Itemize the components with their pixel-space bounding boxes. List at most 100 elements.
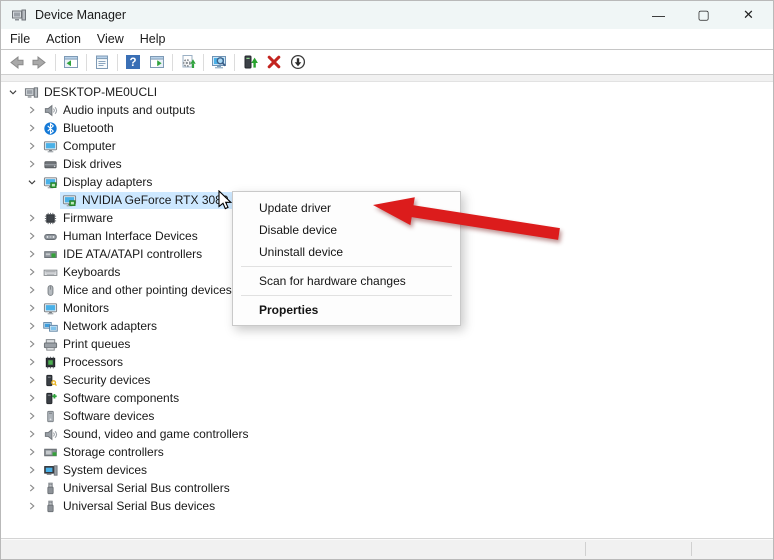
- chevron-right-icon[interactable]: [24, 120, 40, 136]
- chevron-right-icon[interactable]: [24, 354, 40, 370]
- audio-icon: [43, 103, 58, 118]
- add-drivers-button[interactable]: [177, 51, 199, 73]
- tree-item-audio-inputs-and-outputs[interactable]: Audio inputs and outputs: [2, 101, 772, 119]
- audio-icon: [43, 427, 58, 442]
- maximize-button[interactable]: ▢: [681, 1, 726, 29]
- tree-item-storage-controllers[interactable]: Storage controllers: [2, 443, 772, 461]
- show-action-pane-button[interactable]: [146, 51, 168, 73]
- update-driver-button[interactable]: [239, 51, 261, 73]
- chevron-right-icon[interactable]: [24, 228, 40, 244]
- software-component-icon: [43, 391, 58, 406]
- context-menu-disable-device[interactable]: Disable device: [233, 219, 460, 241]
- tree-item-content: IDE ATA/ATAPI controllers: [41, 246, 205, 263]
- computer-root-icon: [24, 85, 39, 100]
- tree-item-universal-serial-bus-devices[interactable]: Universal Serial Bus devices: [2, 497, 772, 515]
- chevron-right-icon[interactable]: [24, 390, 40, 406]
- tree-item-content: DESKTOP-ME0UCLI: [22, 84, 160, 101]
- chevron-right-icon[interactable]: [24, 426, 40, 442]
- tree-item-processors[interactable]: Processors: [2, 353, 772, 371]
- menu-action[interactable]: Action: [38, 30, 89, 48]
- tree-item-computer[interactable]: Computer: [2, 137, 772, 155]
- chevron-right-icon[interactable]: [24, 264, 40, 280]
- tree-item-label: Keyboards: [63, 265, 120, 279]
- software-device-icon: [43, 409, 58, 424]
- tree-item-label: Disk drives: [63, 157, 122, 171]
- tree-item-label: Software components: [63, 391, 179, 405]
- menu-file[interactable]: File: [2, 30, 38, 48]
- chevron-right-icon[interactable]: [24, 102, 40, 118]
- context-menu-uninstall-device[interactable]: Uninstall device: [233, 241, 460, 263]
- tree-item-disk-drives[interactable]: Disk drives: [2, 155, 772, 173]
- menu-view[interactable]: View: [89, 30, 132, 48]
- chevron-right-icon[interactable]: [24, 372, 40, 388]
- tree-item-bluetooth[interactable]: Bluetooth: [2, 119, 772, 137]
- back-icon: [8, 54, 24, 70]
- tree-item-system-devices[interactable]: System devices: [2, 461, 772, 479]
- tree-item-security-devices[interactable]: Security devices: [2, 371, 772, 389]
- help-button[interactable]: ?: [122, 51, 144, 73]
- back-button[interactable]: [5, 51, 27, 73]
- disable-device-button[interactable]: [287, 51, 309, 73]
- tree-item-content: Storage controllers: [41, 444, 167, 461]
- tree-item-display-adapters[interactable]: Display adapters: [2, 173, 772, 191]
- chevron-right-icon[interactable]: [24, 246, 40, 262]
- chevron-right-icon[interactable]: [24, 408, 40, 424]
- chevron-right-icon[interactable]: [24, 156, 40, 172]
- chevron-down-icon[interactable]: [5, 84, 21, 100]
- tree-item-label: Software devices: [63, 409, 154, 423]
- tree-item-label: DESKTOP-ME0UCLI: [44, 85, 157, 99]
- chevron-right-icon[interactable]: [24, 498, 40, 514]
- chevron-down-icon[interactable]: [24, 174, 40, 190]
- scan-for-hardware-changes-button[interactable]: [208, 51, 230, 73]
- console-tree-icon: [63, 54, 79, 70]
- window-controls: —▢✕: [636, 1, 771, 29]
- chevron-right-icon[interactable]: [24, 210, 40, 226]
- chevron-right-icon[interactable]: [24, 138, 40, 154]
- tree-item-desktop-me0ucli[interactable]: DESKTOP-ME0UCLI: [2, 83, 772, 101]
- action-pane-icon: [149, 54, 165, 70]
- tree-item-software-devices[interactable]: Software devices: [2, 407, 772, 425]
- system-icon: [43, 463, 58, 478]
- tree-item-sound-video-and-game-controllers[interactable]: Sound, video and game controllers: [2, 425, 772, 443]
- device-manager-icon: [11, 7, 27, 23]
- uninstall-icon: [266, 54, 282, 70]
- minimize-button[interactable]: —: [636, 1, 681, 29]
- close-button[interactable]: ✕: [726, 1, 771, 29]
- properties-button[interactable]: [91, 51, 113, 73]
- display-icon: [43, 175, 58, 190]
- chevron-right-icon[interactable]: [24, 480, 40, 496]
- tree-item-content: Mice and other pointing devices: [41, 282, 235, 299]
- chevron-right-icon[interactable]: [24, 444, 40, 460]
- tree-item-label: Print queues: [63, 337, 130, 351]
- tree-item-print-queues[interactable]: Print queues: [2, 335, 772, 353]
- tree-item-universal-serial-bus-controllers[interactable]: Universal Serial Bus controllers: [2, 479, 772, 497]
- chevron-right-icon[interactable]: [24, 318, 40, 334]
- chevron-right-icon[interactable]: [24, 282, 40, 298]
- tree-item-label: Computer: [63, 139, 116, 153]
- tree-item-label: Network adapters: [63, 319, 157, 333]
- context-menu-properties[interactable]: Properties: [233, 299, 460, 321]
- show-hide-console-tree-button[interactable]: [60, 51, 82, 73]
- context-menu-scan-for-hardware-changes[interactable]: Scan for hardware changes: [233, 270, 460, 292]
- tree-item-label: Universal Serial Bus devices: [63, 499, 215, 513]
- usb-icon: [43, 499, 58, 514]
- hid-icon: [43, 229, 58, 244]
- titlebar: Device Manager —▢✕: [1, 1, 773, 29]
- status-bar: [1, 538, 773, 559]
- context-menu-update-driver[interactable]: Update driver: [233, 197, 460, 219]
- tree-item-label: Security devices: [63, 373, 150, 387]
- tree-item-label: Audio inputs and outputs: [63, 103, 195, 117]
- context-menu-separator: [241, 295, 452, 296]
- tree-item-content: Universal Serial Bus controllers: [41, 480, 233, 497]
- toolbar-separator: [86, 54, 87, 71]
- forward-button[interactable]: [29, 51, 51, 73]
- tree-item-content: Firmware: [41, 210, 116, 227]
- chevron-right-icon[interactable]: [24, 300, 40, 316]
- tree-item-label: Processors: [63, 355, 123, 369]
- chevron-right-icon[interactable]: [24, 462, 40, 478]
- menu-help[interactable]: Help: [132, 30, 174, 48]
- chevron-right-icon[interactable]: [24, 336, 40, 352]
- tree-item-label: Universal Serial Bus controllers: [63, 481, 230, 495]
- tree-item-software-components[interactable]: Software components: [2, 389, 772, 407]
- uninstall-device-button[interactable]: [263, 51, 285, 73]
